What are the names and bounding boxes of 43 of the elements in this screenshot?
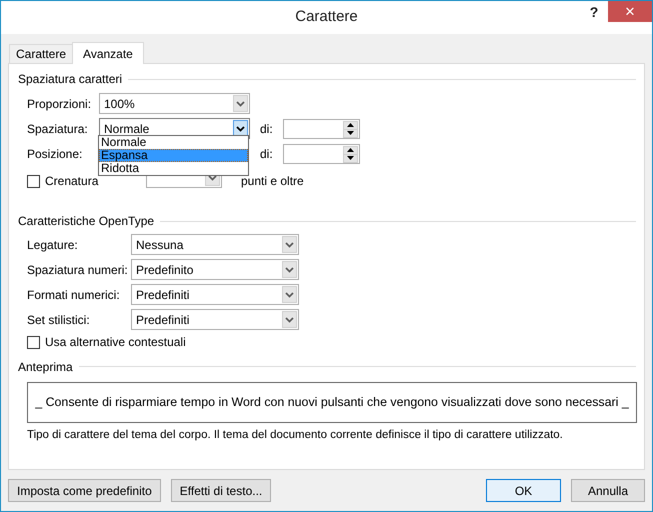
dialog-button[interactable]: OK (486, 479, 561, 502)
field-label: punti e oltre (240, 174, 305, 188)
field-label: Posizione: (26, 146, 84, 160)
section-heading: Caratteristiche OpenType (18, 214, 154, 228)
dropdown[interactable]: 100% (99, 93, 250, 114)
checkbox-label[interactable]: Crenatura (45, 174, 98, 188)
chevron-down-icon (233, 95, 248, 112)
chevron-down-icon (282, 286, 297, 303)
field-label: Formati numerici: (26, 288, 121, 302)
window-title: Carattere (295, 8, 358, 25)
spin-field[interactable] (283, 144, 360, 164)
field-label: Proporzioni: (26, 96, 92, 110)
tab[interactable]: Avanzate (72, 42, 144, 64)
dropdown[interactable]: Predefinito (131, 259, 299, 280)
dropdown[interactable]: Predefiniti (131, 284, 299, 305)
dropdown-option[interactable]: Espansa (99, 149, 248, 162)
chevron-down-icon (282, 236, 297, 253)
chevron-down-icon (282, 261, 297, 278)
field-label: Set stilistici: (26, 312, 91, 326)
description-text: Tipo di carattere del tema del corpo. Il tema del documento corrente definisce il tipo di carattere utilizzato. (27, 428, 564, 440)
spin-field[interactable] (283, 118, 360, 138)
chevron-down-icon (282, 311, 297, 328)
section-heading: Spaziatura caratteri (18, 72, 122, 86)
dropdown[interactable]: Nessuna (131, 234, 299, 255)
dropdown-option[interactable]: Normale (99, 136, 248, 149)
field-label: Spaziatura: (26, 122, 89, 136)
close-button[interactable]: × (608, 1, 652, 22)
section-heading: Anteprima (18, 360, 73, 374)
preview-text: _ Consente di risparmiare tempo in Word con nuovi pulsanti che vengono visualizzati dove sono necessari _ (27, 382, 637, 422)
field-label: di: (260, 122, 274, 136)
field-label: Legature: (26, 238, 79, 252)
tab[interactable]: Carattere (9, 44, 74, 63)
dialog-button[interactable]: Effetti di testo... (170, 479, 272, 502)
checkbox-label[interactable]: Usa alternative contestuali (45, 335, 186, 349)
dropdown[interactable]: Predefiniti (131, 309, 299, 330)
checkbox[interactable] (27, 174, 40, 188)
dialog-button[interactable]: Imposta come predefinito (8, 479, 161, 502)
field-label: di: (260, 146, 274, 160)
checkbox[interactable] (27, 336, 40, 348)
field-label: Spaziatura numeri: (26, 262, 129, 276)
dialog-button[interactable]: Annulla (571, 479, 645, 502)
dropdown-option[interactable]: Ridotta (99, 162, 248, 175)
help-button[interactable]: ? (580, 1, 608, 22)
